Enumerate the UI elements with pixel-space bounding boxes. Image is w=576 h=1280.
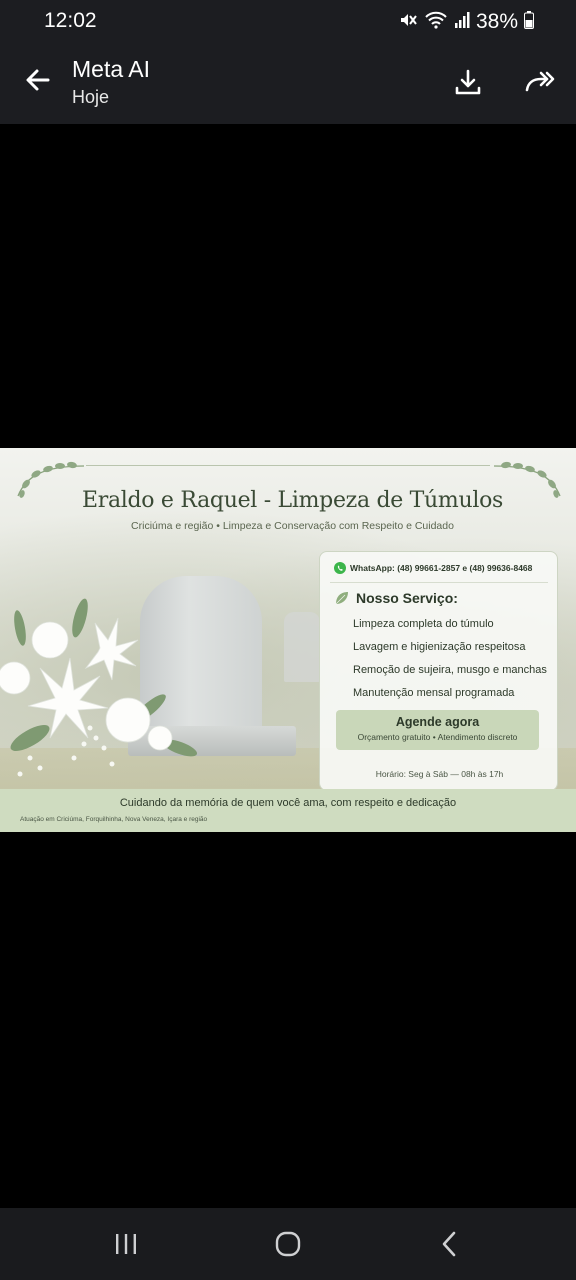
download-button[interactable] xyxy=(448,62,488,102)
system-nav-bar xyxy=(0,1208,576,1280)
white-flowers-illustration xyxy=(0,598,198,777)
status-icons: 38% xyxy=(398,9,534,35)
mute-icon xyxy=(398,10,418,35)
wifi-icon xyxy=(424,10,448,35)
flyer-title: Eraldo e Raquel - Limpeza de Túmulos xyxy=(81,488,504,513)
service-heading: Nosso Serviço: xyxy=(356,590,458,606)
signal-icon xyxy=(454,11,470,34)
flyer-tagline: Cuidando da memória de quem você ama, co… xyxy=(119,797,457,809)
service-item: Lavagem e higienização respeitosa xyxy=(353,641,526,653)
cta-box: Agende agora Orçamento gratuito • Atendi… xyxy=(336,710,539,750)
flyer-subtitle: Criciúma e região • Limpeza e Conservaçã… xyxy=(131,520,454,532)
service-area: Atuação em Criciúma, Forquilhinha, Nova … xyxy=(20,816,208,823)
chat-date: Hoje xyxy=(72,87,110,107)
back-arrow-icon xyxy=(26,69,50,91)
service-list: Limpeza completa do túmulo Lavagem e hig… xyxy=(353,616,547,708)
battery-percent: 38% xyxy=(475,10,518,33)
service-item: Remoção de sujeira, musgo e manchas xyxy=(353,664,547,676)
flyer-image[interactable]: Eraldo e Raquel - Limpeza de Túmulos Cri… xyxy=(0,448,576,832)
business-hours: Horário: Seg à Sáb — 08h às 17h xyxy=(375,769,504,779)
battery-icon xyxy=(524,10,534,34)
distant-headstone xyxy=(284,612,320,682)
whatsapp-icon xyxy=(334,562,346,574)
share-button[interactable] xyxy=(518,62,562,102)
system-back-button[interactable] xyxy=(428,1226,472,1262)
cta-subtitle: Orçamento gratuito • Atendimento discret… xyxy=(357,732,518,742)
service-item: Manutenção mensal programada xyxy=(353,687,515,699)
whatsapp-numbers: WhatsApp: (48) 99661-2857 e (48) 99636-8… xyxy=(350,563,533,573)
leaf-icon xyxy=(335,592,348,605)
back-button[interactable] xyxy=(18,60,58,100)
recents-icon xyxy=(116,1234,136,1254)
share-forward-icon xyxy=(525,71,555,92)
status-bar: 12:02 38% xyxy=(0,0,576,44)
bottom-band: Cuidando da memória de quem você ama, co… xyxy=(0,789,576,832)
download-icon xyxy=(455,69,481,95)
service-item: Limpeza completa do túmulo xyxy=(353,618,494,630)
cta-title: Agende agora xyxy=(395,715,480,729)
recents-button[interactable] xyxy=(104,1226,148,1262)
status-time: 12:02 xyxy=(44,9,97,32)
back-icon xyxy=(442,1231,456,1257)
chat-title: Meta AI xyxy=(72,56,150,82)
whatsapp-row: WhatsApp: (48) 99661-2857 e (48) 99636-8… xyxy=(334,562,532,574)
home-icon xyxy=(275,1231,301,1257)
app-header: Meta AI Hoje xyxy=(0,44,576,124)
top-divider-line xyxy=(86,465,490,466)
service-heading-row: Nosso Serviço: xyxy=(334,590,458,606)
home-button[interactable] xyxy=(266,1226,310,1262)
card-divider xyxy=(330,582,548,583)
service-card: WhatsApp: (48) 99661-2857 e (48) 99636-8… xyxy=(319,551,558,791)
